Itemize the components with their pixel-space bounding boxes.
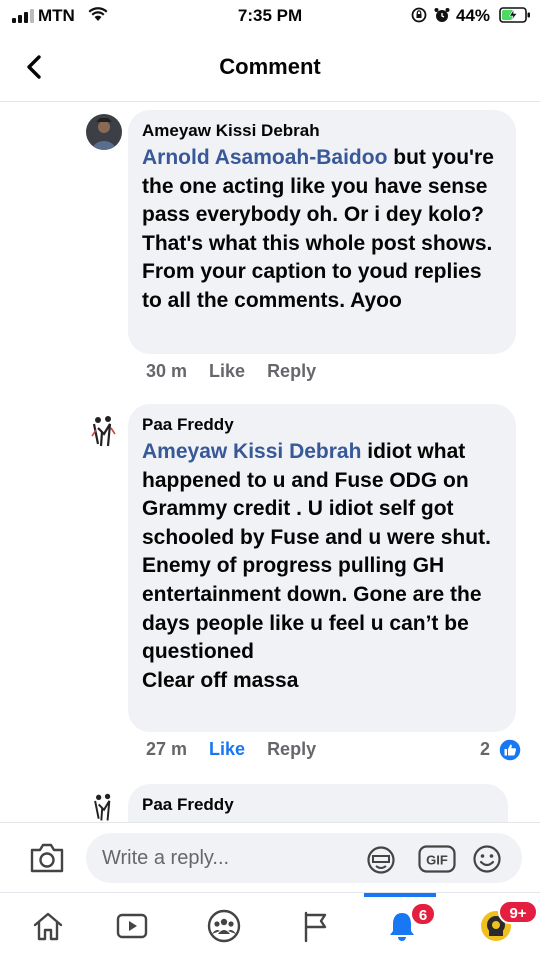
reply-button[interactable]: Reply <box>267 361 316 381</box>
comment-bubble: Paa Freddy Ameyaw Kissi Debrah idiot wha… <box>128 404 516 732</box>
comment-text: Ameyaw Kissi Debrah idiot what happened … <box>142 438 502 695</box>
comment-author[interactable]: Paa Freddy <box>142 794 494 816</box>
profile-photo-icon <box>86 114 122 150</box>
comment-time: 27 m <box>146 739 188 759</box>
battery-percent: 44% <box>456 6 491 25</box>
tab-watch[interactable] <box>96 893 166 960</box>
emoji-icon[interactable] <box>472 844 502 874</box>
comment-actions: 30 m Like Reply <box>146 361 338 382</box>
home-icon <box>33 912 63 941</box>
comment-time: 30 m <box>146 361 188 381</box>
comment-author[interactable]: Ameyaw Kissi Debrah <box>142 120 502 142</box>
reply-placeholder[interactable]: Write a reply... <box>102 847 229 870</box>
avatar[interactable] <box>88 792 120 824</box>
like-button[interactable]: Like <box>209 739 245 759</box>
tab-home[interactable] <box>12 893 82 960</box>
pages-icon <box>304 911 327 943</box>
mention-link[interactable]: Ameyaw Kissi Debrah <box>142 440 361 463</box>
comment-text: Arnold Asamoah-Baidoo but you're the one… <box>142 144 502 316</box>
tab-pages[interactable] <box>280 893 350 960</box>
comment-bubble: Ameyaw Kissi Debrah Arnold Asamoah-Baido… <box>128 110 516 354</box>
reply-button[interactable]: Reply <box>267 739 316 759</box>
tab-groups[interactable] <box>188 893 258 960</box>
like-button[interactable]: Like <box>209 361 245 381</box>
comment-actions: 27 m Like Reply <box>146 739 338 760</box>
comment-body: but you're the one acting like you have … <box>142 146 494 312</box>
like-reaction-icon[interactable] <box>498 738 522 762</box>
reply-composer: Write a reply... GIF <box>0 822 540 892</box>
comment-body: idiot what happened to u and Fuse ODG on… <box>142 440 491 692</box>
notifications-badge: 6 <box>410 902 436 926</box>
profile-photo-icon <box>88 414 120 450</box>
groups-icon <box>207 909 241 943</box>
comment-author[interactable]: Paa Freddy <box>142 414 502 436</box>
sticker-icon[interactable] <box>366 845 396 875</box>
profile-photo-icon <box>89 792 119 824</box>
orientation-lock-icon <box>411 7 427 23</box>
reaction-count[interactable]: 2 <box>480 739 490 760</box>
avatar[interactable] <box>86 114 122 150</box>
menu-badge: 9+ <box>498 900 538 924</box>
header: Comment <box>0 34 540 102</box>
camera-icon[interactable] <box>28 841 66 875</box>
alarm-icon <box>434 8 450 22</box>
mention-link[interactable]: Arnold Asamoah-Baidoo <box>142 146 387 169</box>
avatar[interactable] <box>88 414 120 450</box>
status-bar: MTN 7:35 PM 44% <box>0 0 540 34</box>
battery-icon <box>499 7 530 23</box>
page-title: Comment <box>219 54 321 79</box>
watch-icon <box>116 913 148 939</box>
tab-bar <box>0 892 540 960</box>
gif-label: GIF <box>426 853 448 868</box>
gif-icon[interactable]: GIF <box>418 845 456 873</box>
